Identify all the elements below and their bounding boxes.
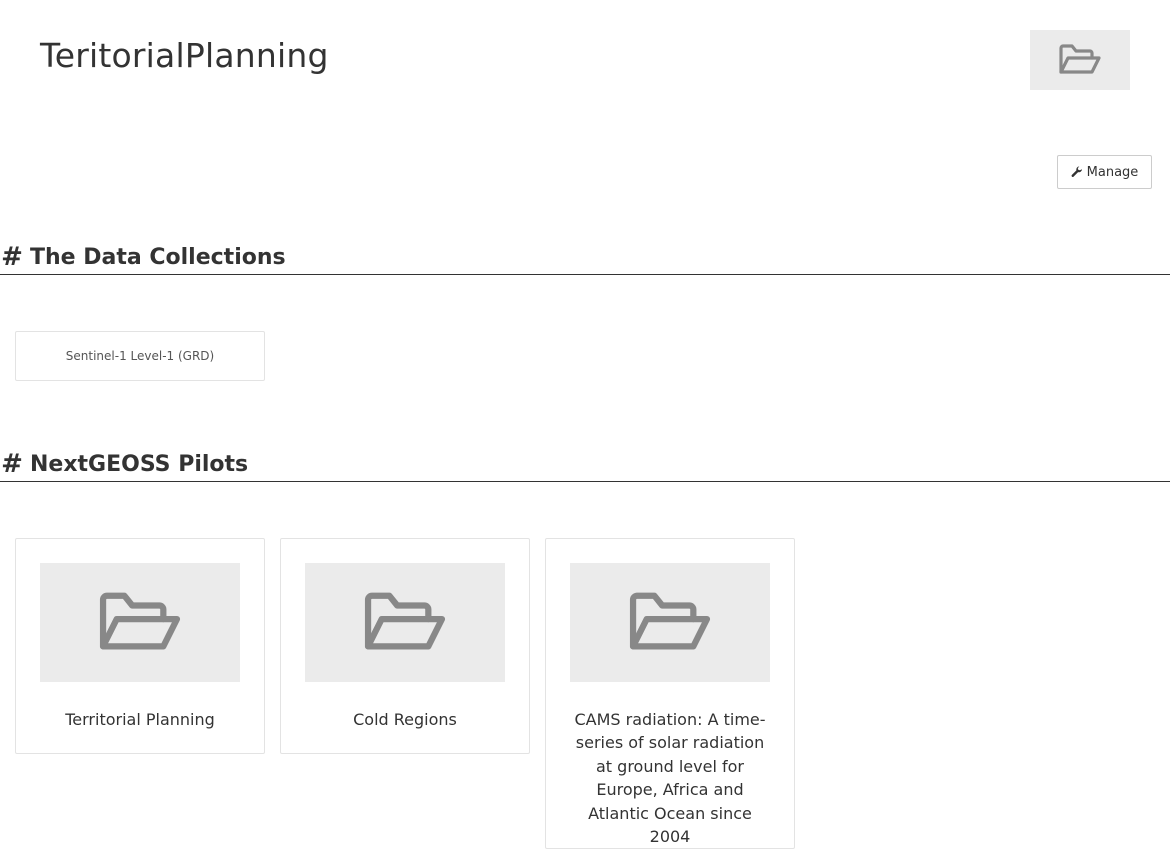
pilot-card-label: Cold Regions: [353, 710, 457, 729]
data-collections-title: The Data Collections: [30, 244, 286, 270]
hash-icon: #: [1, 449, 23, 479]
header-thumbnail: [1030, 30, 1130, 90]
pilot-card-label: Territorial Planning: [65, 710, 215, 729]
hash-icon: #: [1, 242, 23, 272]
pilot-card-cams-radiation[interactable]: CAMS radiation: A time-series of solar r…: [545, 538, 795, 849]
page-title: TeritorialPlanning: [40, 36, 329, 75]
pilot-thumbnail: [570, 563, 770, 682]
collection-card-label: Sentinel-1 Level-1 (GRD): [65, 349, 215, 363]
pilot-card-territorial-planning[interactable]: Territorial Planning: [15, 538, 265, 754]
wrench-icon: [1071, 166, 1082, 177]
folder-open-icon: [99, 592, 181, 649]
collection-card[interactable]: Sentinel-1 Level-1 (GRD): [15, 331, 265, 381]
folder-open-icon: [364, 592, 446, 649]
pilots-title: NextGEOSS Pilots: [30, 451, 249, 477]
page: TeritorialPlanning Manage # The Data Col…: [0, 0, 1170, 864]
pilot-card-label: CAMS radiation: A time-series of solar r…: [574, 710, 766, 847]
pilot-card-cold-regions[interactable]: Cold Regions: [280, 538, 530, 754]
pilot-thumbnail: [40, 563, 240, 682]
data-collections-heading: # The Data Collections: [0, 240, 1170, 275]
pilots-heading: # NextGEOSS Pilots: [0, 447, 1170, 482]
manage-button[interactable]: Manage: [1057, 155, 1152, 189]
folder-open-icon: [629, 592, 711, 649]
manage-button-label: Manage: [1086, 164, 1139, 180]
pilot-thumbnail: [305, 563, 505, 682]
folder-open-icon: [1059, 44, 1101, 74]
